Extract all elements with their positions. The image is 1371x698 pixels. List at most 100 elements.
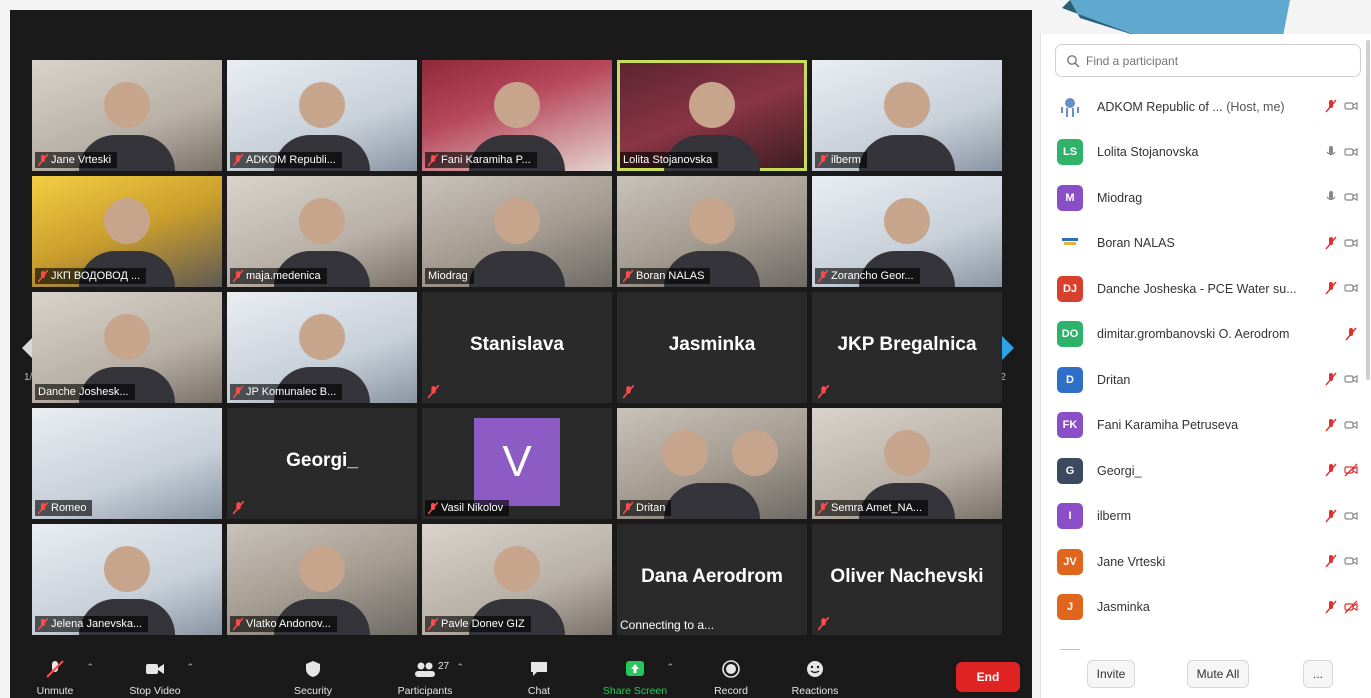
participant-controls <box>1324 372 1358 386</box>
video-camera-icon[interactable] <box>1344 99 1358 113</box>
tile-name: Jane Vrteski <box>51 154 112 166</box>
security-button[interactable]: Security <box>268 656 358 697</box>
video-camera-icon[interactable] <box>1344 418 1358 432</box>
video-off-tile[interactable]: V Vasil Nikolov <box>422 408 612 519</box>
video-tile[interactable]: Pavle Donev GIZ <box>422 524 612 635</box>
video-off-tile[interactable]: JKP Bregalnica <box>812 292 1002 403</box>
record-button[interactable]: Record <box>686 656 776 697</box>
participants-button[interactable]: 27 ⌃ Participants <box>380 656 470 697</box>
participant-search[interactable] <box>1055 44 1361 77</box>
active-speaker-tile[interactable]: Lolita Stojanovska <box>617 60 807 171</box>
participant-face <box>299 82 345 128</box>
security-label: Security <box>294 685 332 697</box>
participant-row[interactable]: Boran NALAS <box>1041 221 1371 267</box>
reactions-label: Reactions <box>791 685 839 697</box>
video-tile[interactable]: JP Komunalec B... <box>227 292 417 403</box>
participant-face <box>494 546 540 592</box>
tile-name: Jasminka <box>668 334 756 355</box>
video-camera-icon[interactable] <box>1344 554 1358 568</box>
video-tile[interactable]: Jelena Janevska... <box>32 524 222 635</box>
video-off-tile[interactable]: Jasminka <box>617 292 807 403</box>
video-off-tile[interactable]: Stanislava <box>422 292 612 403</box>
participants-list: ADKOM Republic of ... (Host, me) LS Loli… <box>1041 84 1371 650</box>
chevron-up-icon[interactable]: ⌃ <box>186 662 194 673</box>
mute-all-button[interactable]: Mute All <box>1187 660 1249 688</box>
muted-mic-icon[interactable] <box>1344 327 1358 341</box>
participant-row[interactable]: D Dritan <box>1041 357 1371 403</box>
participant-row[interactable]: JV Jane Vrteski <box>1041 539 1371 585</box>
muted-mic-icon <box>818 501 828 514</box>
participant-row-partial[interactable] <box>1041 630 1371 650</box>
participant-row[interactable]: J Jasminka <box>1041 585 1371 631</box>
video-tile[interactable]: maja.medenica <box>227 176 417 287</box>
chevron-up-icon[interactable]: ⌃ <box>456 662 464 673</box>
video-tile[interactable]: Jane Vrteski <box>32 60 222 171</box>
participant-row[interactable]: DO dimitar.grombanovski O. Aerodrom <box>1041 312 1371 358</box>
participant-avatar: I <box>1057 503 1083 530</box>
muted-mic-icon[interactable] <box>1324 554 1338 568</box>
tile-name: ЈКП ВОДОВОД ... <box>51 270 141 282</box>
participants-scrollbar[interactable] <box>1366 40 1370 380</box>
video-tile[interactable]: Romeo <box>32 408 222 519</box>
participant-row[interactable]: LS Lolita Stojanovska <box>1041 130 1371 176</box>
more-options-button[interactable]: ... <box>1303 660 1333 688</box>
participant-row[interactable]: G Georgi_ <box>1041 448 1371 494</box>
reactions-button[interactable]: Reactions <box>770 656 860 697</box>
participant-row[interactable]: I ilberm <box>1041 494 1371 540</box>
stop-video-button[interactable]: ⌃ Stop Video <box>110 656 200 697</box>
video-tile[interactable]: Semra Amet_NA... <box>812 408 1002 519</box>
video-camera-icon[interactable] <box>1344 509 1358 523</box>
participant-face <box>884 198 930 244</box>
video-tile[interactable]: Danche Joshesk... <box>32 292 222 403</box>
chevron-up-icon[interactable]: ⌃ <box>666 662 674 673</box>
muted-mic-icon[interactable] <box>1324 463 1338 477</box>
chevron-up-icon[interactable]: ⌃ <box>86 662 94 673</box>
participant-row[interactable]: ADKOM Republic of ... (Host, me) <box>1041 84 1371 130</box>
participants-count: 27 <box>438 661 450 672</box>
connecting-tile[interactable]: Dana Aerodrom Connecting to a... <box>617 524 807 635</box>
video-tile[interactable]: ЈКП ВОДОВОД ... <box>32 176 222 287</box>
participant-controls <box>1324 99 1358 113</box>
muted-mic-icon[interactable] <box>1324 600 1338 614</box>
muted-mic-icon[interactable] <box>1324 418 1338 432</box>
invite-button[interactable]: Invite <box>1087 660 1135 688</box>
tile-name: Pavle Donev GIZ <box>441 618 525 630</box>
participant-row[interactable]: FK Fani Karamiha Petruseva <box>1041 403 1371 449</box>
participant-row[interactable]: M Miodrag <box>1041 175 1371 221</box>
microphone-icon[interactable] <box>1324 190 1338 204</box>
video-tile[interactable]: Dritan <box>617 408 807 519</box>
video-camera-icon[interactable] <box>1344 190 1358 204</box>
video-off-tile[interactable]: Georgi_ <box>227 408 417 519</box>
video-off-icon[interactable] <box>1344 463 1358 477</box>
video-off-tile[interactable]: Oliver Nachevski <box>812 524 1002 635</box>
stop-video-label: Stop Video <box>129 685 181 697</box>
tile-name: Oliver Nachevski <box>830 566 984 587</box>
video-tile[interactable]: Miodrag <box>422 176 612 287</box>
muted-mic-icon[interactable] <box>1324 509 1338 523</box>
muted-mic-icon[interactable] <box>1324 99 1338 113</box>
video-tile[interactable]: Boran NALAS <box>617 176 807 287</box>
video-tile[interactable]: Vlatko Andonov... <box>227 524 417 635</box>
unmute-button[interactable]: ⌃ Unmute <box>10 656 100 697</box>
participant-row[interactable]: DJ Danche Josheska - PCE Water su... <box>1041 266 1371 312</box>
share-screen-button[interactable]: ⌃ Share Screen <box>590 656 680 697</box>
video-camera-icon[interactable] <box>1344 281 1358 295</box>
muted-mic-icon[interactable] <box>1324 236 1338 250</box>
smiley-icon <box>807 661 823 677</box>
microphone-icon[interactable] <box>1324 145 1338 159</box>
participant-controls <box>1324 554 1358 568</box>
video-camera-icon[interactable] <box>1344 236 1358 250</box>
end-meeting-button[interactable]: End <box>956 662 1020 692</box>
chat-button[interactable]: Chat <box>494 656 584 697</box>
muted-mic-icon[interactable] <box>1324 281 1338 295</box>
search-input[interactable] <box>1086 53 1346 68</box>
video-tile[interactable]: ADKOM Republi... <box>227 60 417 171</box>
muted-mic-icon[interactable] <box>1324 372 1338 386</box>
video-off-icon[interactable] <box>1344 600 1358 614</box>
video-tile[interactable]: Fani Karamiha P... <box>422 60 612 171</box>
video-tile[interactable]: Zorancho Geor... <box>812 176 1002 287</box>
tile-name-tag: Zorancho Geor... <box>815 268 920 284</box>
video-camera-icon[interactable] <box>1344 372 1358 386</box>
video-tile[interactable]: ilberm <box>812 60 1002 171</box>
video-camera-icon[interactable] <box>1344 145 1358 159</box>
